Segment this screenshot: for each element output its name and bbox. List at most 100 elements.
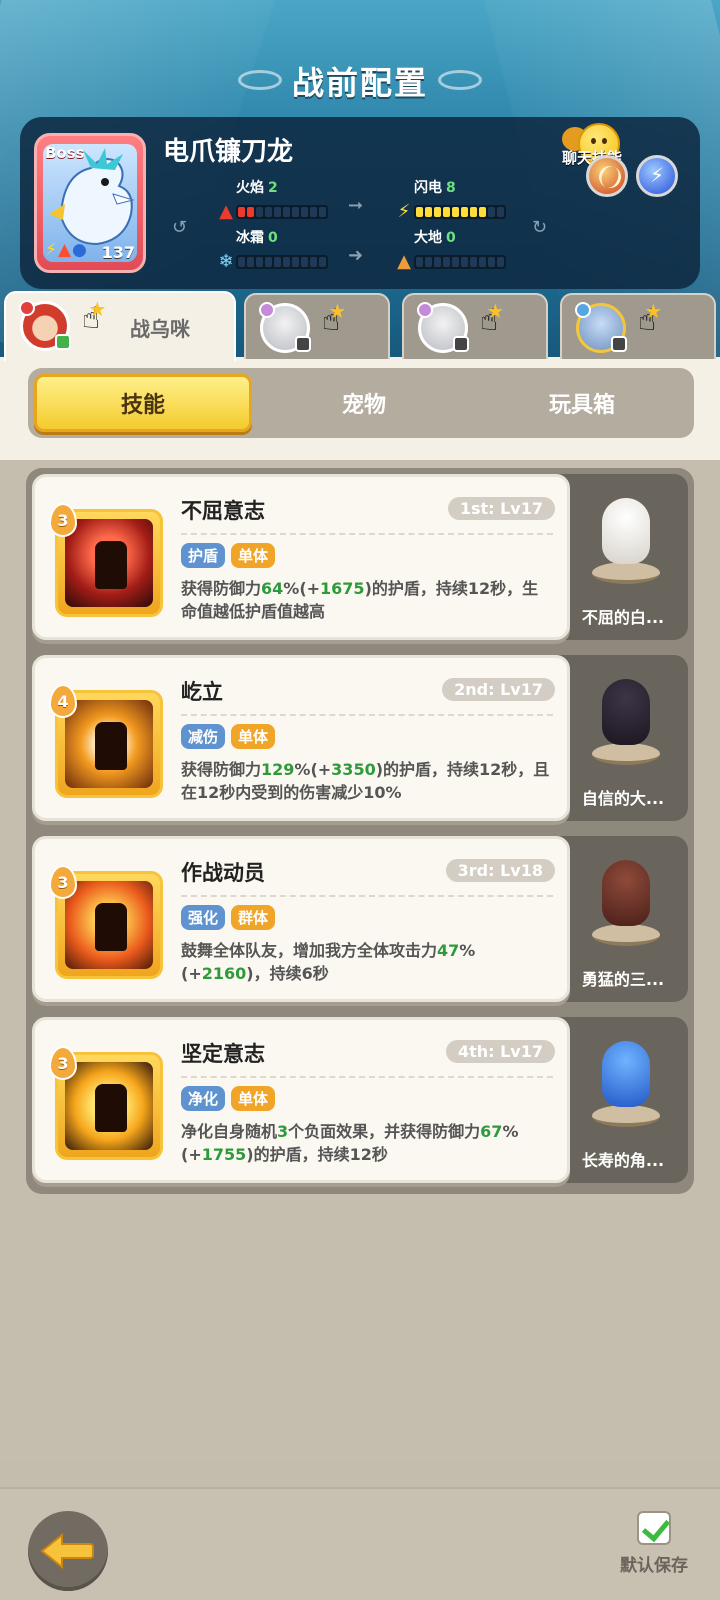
skill-order-badge: 2nd: Lv17 [442,678,555,701]
stat-bar [414,204,506,219]
energy-cost-badge: 3 [49,503,77,537]
fire-icon: ▲ [57,240,72,260]
lightning-icon: ⚡ [45,240,57,260]
character-tab-1[interactable]: ☝ 战乌咪 [4,289,236,361]
boss-tag: Boss [45,144,85,162]
skill-card[interactable]: 3 坚定意志 4th: Lv17 净化 单体 净化自身随机3个负面效果，并获得防… [32,1017,570,1183]
back-button[interactable] [28,1511,108,1591]
highlight-value: 47 [437,941,460,960]
stat-bar-segment [274,206,281,217]
description-text: 鼓舞全体队友，增加我方全体攻击力 [181,941,438,960]
stat-fire: 火焰 2 ▲ [216,177,328,222]
stat-bar-segment [488,256,495,267]
stat-value: 0 [446,230,456,246]
whale-pet-icon [590,1033,662,1127]
bottom-bar: 默认保存 [0,1487,720,1600]
stat-bar-segment [425,256,432,267]
description-text: %(+ [283,579,321,598]
snowflake-icon: ❄ [218,251,234,272]
boss-portrait-card[interactable]: Boss ⚡ ▲ ● 137 [34,133,146,273]
stat-bar-segment [470,206,477,217]
stat-bar-segment [425,206,432,217]
avatar [259,302,311,353]
stat-bar-segment [292,206,299,217]
highlight-value: 64 [261,579,284,598]
highlight-value: 1675 [320,579,365,598]
character-tab-3[interactable]: ☝ [402,291,548,359]
stat-bar-segment [301,206,308,217]
stat-bar-segment [443,256,450,267]
stat-bar-segment [488,206,495,217]
stat-bar-segment [461,206,468,217]
tab-pets[interactable]: 宠物 [258,374,470,432]
stat-bar [236,204,328,219]
stat-bar-segment [319,206,326,217]
stat-value: 0 [268,230,278,246]
character-tab-4[interactable]: ☝ [560,291,716,359]
lightning-icon: ⚡ [397,201,411,222]
tab-toybox[interactable]: 玩具箱 [476,374,688,432]
stat-bar-segment [319,256,326,267]
boss-level: 137 [101,243,135,262]
stat-bar-segment [497,256,504,267]
stat-bar-segment [274,256,281,267]
stat-lightning: 闪电 8 ⚡ [394,177,506,222]
chat-icon [55,334,71,350]
boss-name: 电爪镰刀龙 [163,137,294,167]
main-tab-bar: 技能 宠物 玩具箱 [28,368,694,438]
description-text: 获得防御力 [181,760,262,779]
badge-icon [417,302,433,318]
stat-value: 8 [446,180,456,196]
pet-card[interactable]: 长寿的角... [558,1017,688,1183]
highlight-value: 1755 [201,1145,247,1164]
divider [181,895,553,897]
pet-card[interactable]: 不屈的白... [558,474,688,640]
highlight-value: 129 [261,760,295,779]
pet-card[interactable]: 自信的大... [558,655,688,821]
checkbox-checked-icon[interactable] [637,1511,671,1545]
pet-name: 长寿的角... [581,1151,665,1170]
skill-tag: 单体 [231,543,276,568]
skill-tag: 护盾 [181,543,226,568]
stat-bar [236,254,328,269]
character-tab-2[interactable]: ☝ [244,291,390,359]
stat-bar-segment [256,256,263,267]
stat-label: 火焰 [236,180,264,196]
save-label: 默认保存 [620,1556,688,1576]
highlight-value: 3350 [331,760,376,779]
skill-tag: 单体 [231,724,276,749]
avatar [417,302,469,353]
skill-name: 作战动员 [181,861,265,885]
lightning-skill-icon[interactable] [636,155,678,197]
default-save-toggle[interactable]: 默认保存 [612,1511,696,1587]
badge-icon [259,302,275,318]
tab-skills[interactable]: 技能 [34,374,252,432]
badge-icon [575,302,591,318]
skill-row-1: 3 不屈意志 1st: Lv17 护盾 单体 获得防御力64%(+1675)的护… [32,474,688,640]
stat-bar-segment [479,256,486,267]
stat-value: 2 [268,180,278,196]
skill-name: 坚定意志 [181,1042,265,1066]
pet-card[interactable]: 勇猛的三... [558,836,688,1002]
skill-card[interactable]: 3 作战动员 3rd: Lv18 强化 群体 鼓舞全体队友，增加我方全体攻击力4… [32,836,570,1002]
skill-card[interactable]: 3 不屈意志 1st: Lv17 护盾 单体 获得防御力64%(+1675)的护… [32,474,570,640]
skill-card[interactable]: 4 屹立 2nd: Lv17 减伤 单体 获得防御力129%(+3350)的护盾… [32,655,570,821]
character-name: 战乌咪 [130,317,190,341]
stat-bar-segment [434,256,441,267]
fire-claw-skill-icon[interactable] [586,155,628,197]
avatar [575,302,627,353]
stat-bar-segment [452,206,459,217]
skill-row-4: 3 坚定意志 4th: Lv17 净化 单体 净化自身随机3个负面效果，并获得防… [32,1017,688,1183]
stat-label: 冰霜 [236,230,264,246]
skill-description: 获得防御力129%(+3350)的护盾，持续12秒，且在12秒内受到的伤害减少1… [181,758,553,804]
stat-bar-segment [416,256,423,267]
stat-bar-segment [283,256,290,267]
skill-row-2: 4 屹立 2nd: Lv17 减伤 单体 获得防御力129%(+3350)的护盾… [32,655,688,821]
energy-cost-badge: 3 [49,1046,77,1080]
stat-bar-segment [265,256,272,267]
stat-bar-segment [265,206,272,217]
stat-bar-segment [256,206,263,217]
pet-name: 自信的大... [581,789,665,808]
description-text: 获得防御力 [181,579,262,598]
divider [181,533,553,535]
